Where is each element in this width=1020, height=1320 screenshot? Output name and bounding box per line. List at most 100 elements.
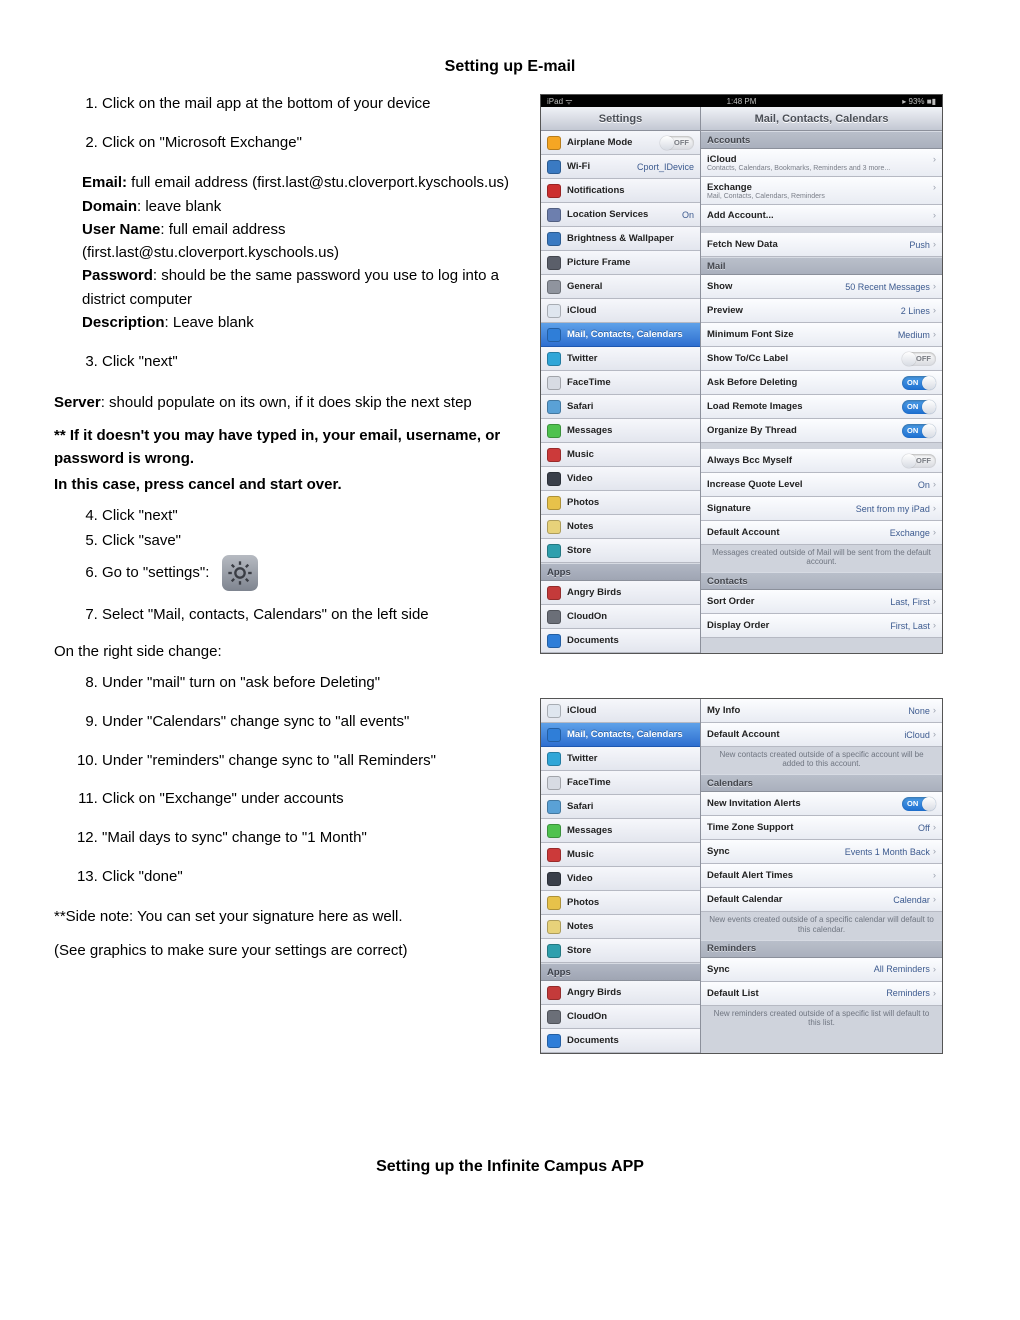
- settings-row[interactable]: Default Alert Times›: [701, 864, 942, 888]
- sidebar-item[interactable]: FaceTime: [541, 771, 700, 795]
- app-icon: [547, 1010, 561, 1024]
- sidebar-item[interactable]: CloudOn: [541, 605, 700, 629]
- sidebar-item[interactable]: Safari: [541, 795, 700, 819]
- toggle-on[interactable]: ON: [902, 424, 936, 438]
- app-icon: [547, 544, 561, 558]
- settings-row[interactable]: Preview2 Lines›: [701, 299, 942, 323]
- settings-row[interactable]: Sort OrderLast, First›: [701, 590, 942, 614]
- reminders-footnote: New reminders created outside of a speci…: [701, 1006, 942, 1033]
- sidebar-item[interactable]: General: [541, 275, 700, 299]
- settings-row[interactable]: SyncEvents 1 Month Back›: [701, 840, 942, 864]
- sidebar-title: Settings: [541, 107, 700, 131]
- sidebar-item[interactable]: Brightness & Wallpaper: [541, 227, 700, 251]
- sidebar-item[interactable]: CloudOn: [541, 1005, 700, 1029]
- sidebar-item[interactable]: Wi-FiCport_IDevice: [541, 155, 700, 179]
- toggle-off[interactable]: OFF: [660, 136, 694, 150]
- accounts-header: Accounts: [701, 131, 942, 149]
- step-3: Click "next": [102, 352, 532, 373]
- mail-footnote: Messages created outside of Mail will be…: [701, 545, 942, 572]
- settings-row[interactable]: My InfoNone›: [701, 699, 942, 723]
- field-block: Email: full email address (first.last@st…: [82, 171, 532, 334]
- app-icon: [547, 232, 561, 246]
- sidebar-item[interactable]: Documents: [541, 1029, 700, 1053]
- settings-row[interactable]: Show50 Recent Messages›: [701, 275, 942, 299]
- account-row[interactable]: iCloud›Contacts, Calendars, Bookmarks, R…: [701, 149, 942, 177]
- sidebar-item[interactable]: Messages: [541, 819, 700, 843]
- sidebar-item[interactable]: Music: [541, 843, 700, 867]
- settings-row[interactable]: SignatureSent from my iPad›: [701, 497, 942, 521]
- sidebar-item[interactable]: Mail, Contacts, Calendars: [541, 723, 700, 747]
- settings-row[interactable]: Increase Quote LevelOn›: [701, 473, 942, 497]
- server-note: Server: should populate on its own, if i…: [54, 391, 532, 414]
- settings-row[interactable]: Minimum Font SizeMedium›: [701, 323, 942, 347]
- sidebar-item[interactable]: Notes: [541, 915, 700, 939]
- settings-row[interactable]: Default AccountExchange›: [701, 521, 942, 545]
- sidebar-item[interactable]: Mail, Contacts, Calendars: [541, 323, 700, 347]
- settings-row[interactable]: Organize By ThreadON: [701, 419, 942, 443]
- sidebar-item[interactable]: Notes: [541, 515, 700, 539]
- step-4: Click "next": [102, 506, 532, 527]
- sidebar-item[interactable]: Music: [541, 443, 700, 467]
- sidebar-item[interactable]: Store: [541, 539, 700, 563]
- step-1: Click on the mail app at the bottom of y…: [102, 94, 532, 115]
- sidebar-item[interactable]: iCloud: [541, 299, 700, 323]
- reminders-header: Reminders: [701, 940, 942, 958]
- settings-row[interactable]: Always Bcc MyselfOFF: [701, 449, 942, 473]
- settings-row[interactable]: Load Remote ImagesON: [701, 395, 942, 419]
- settings-row[interactable]: Ask Before DeletingON: [701, 371, 942, 395]
- settings-row[interactable]: Display OrderFirst, Last›: [701, 614, 942, 638]
- app-icon: [547, 752, 561, 766]
- toggle-on[interactable]: ON: [902, 376, 936, 390]
- settings-row[interactable]: Fetch New DataPush›: [701, 233, 942, 257]
- settings-app-icon: [222, 555, 258, 591]
- ipad-screenshot-1: iPad ᯤ 1:48 PM ▸ 93% ■▮ Settings Airplan…: [540, 94, 943, 654]
- sidebar-item[interactable]: Video: [541, 867, 700, 891]
- sidebar-item[interactable]: Photos: [541, 491, 700, 515]
- app-icon: [547, 520, 561, 534]
- app-icon: [547, 800, 561, 814]
- apps-header-2: Apps: [541, 963, 700, 981]
- settings-content: Mail, Contacts, Calendars Accounts iClou…: [701, 107, 942, 653]
- sidebar-item[interactable]: Picture Frame: [541, 251, 700, 275]
- sidebar-item[interactable]: Safari: [541, 395, 700, 419]
- steps-d: Under "mail" turn on "ask before Deletin…: [54, 673, 532, 887]
- calendar-footnote: New events created outside of a specific…: [701, 912, 942, 939]
- settings-row[interactable]: Show To/Cc LabelOFF: [701, 347, 942, 371]
- settings-row[interactable]: SyncAll Reminders›: [701, 958, 942, 982]
- app-icon: [547, 472, 561, 486]
- settings-row[interactable]: Time Zone SupportOff›: [701, 816, 942, 840]
- sidebar-item[interactable]: Airplane ModeOFF: [541, 131, 700, 155]
- app-icon: [547, 136, 561, 150]
- settings-row[interactable]: Default AccountiCloud›: [701, 723, 942, 747]
- sidebar-item[interactable]: Messages: [541, 419, 700, 443]
- step-5: Click "save": [102, 531, 532, 552]
- toggle-on[interactable]: ON: [902, 400, 936, 414]
- toggle-off[interactable]: OFF: [902, 454, 936, 468]
- step-7: Select "Mail, contacts, Calendars" on th…: [102, 605, 532, 626]
- app-icon: [547, 448, 561, 462]
- sidebar-item[interactable]: Store: [541, 939, 700, 963]
- toggle-off[interactable]: OFF: [902, 352, 936, 366]
- sidebar-item[interactable]: Documents: [541, 629, 700, 653]
- settings-row[interactable]: New Invitation AlertsON: [701, 792, 942, 816]
- settings-row[interactable]: Default CalendarCalendar›: [701, 888, 942, 912]
- sidebar-item[interactable]: Twitter: [541, 747, 700, 771]
- sidebar-item[interactable]: Video: [541, 467, 700, 491]
- step-2: Click on "Microsoft Exchange": [102, 133, 532, 154]
- settings-row[interactable]: Default ListReminders›: [701, 982, 942, 1006]
- sidebar-item[interactable]: Location ServicesOn: [541, 203, 700, 227]
- account-row[interactable]: Add Account...›: [701, 205, 942, 227]
- step-8: Under "mail" turn on "ask before Deletin…: [102, 673, 532, 694]
- contacts-footnote: New contacts created outside of a specif…: [701, 747, 942, 774]
- sidebar-item[interactable]: iCloud: [541, 699, 700, 723]
- sidebar-item[interactable]: Angry Birds: [541, 981, 700, 1005]
- toggle-on[interactable]: ON: [902, 797, 936, 811]
- sidebar-item[interactable]: Photos: [541, 891, 700, 915]
- sidebar-item[interactable]: Notifications: [541, 179, 700, 203]
- sidebar-item[interactable]: Angry Birds: [541, 581, 700, 605]
- sidebar-item[interactable]: Twitter: [541, 347, 700, 371]
- sidebar-item[interactable]: FaceTime: [541, 371, 700, 395]
- app-icon: [547, 848, 561, 862]
- account-row[interactable]: Exchange›Mail, Contacts, Calendars, Remi…: [701, 177, 942, 205]
- app-icon: [547, 160, 561, 174]
